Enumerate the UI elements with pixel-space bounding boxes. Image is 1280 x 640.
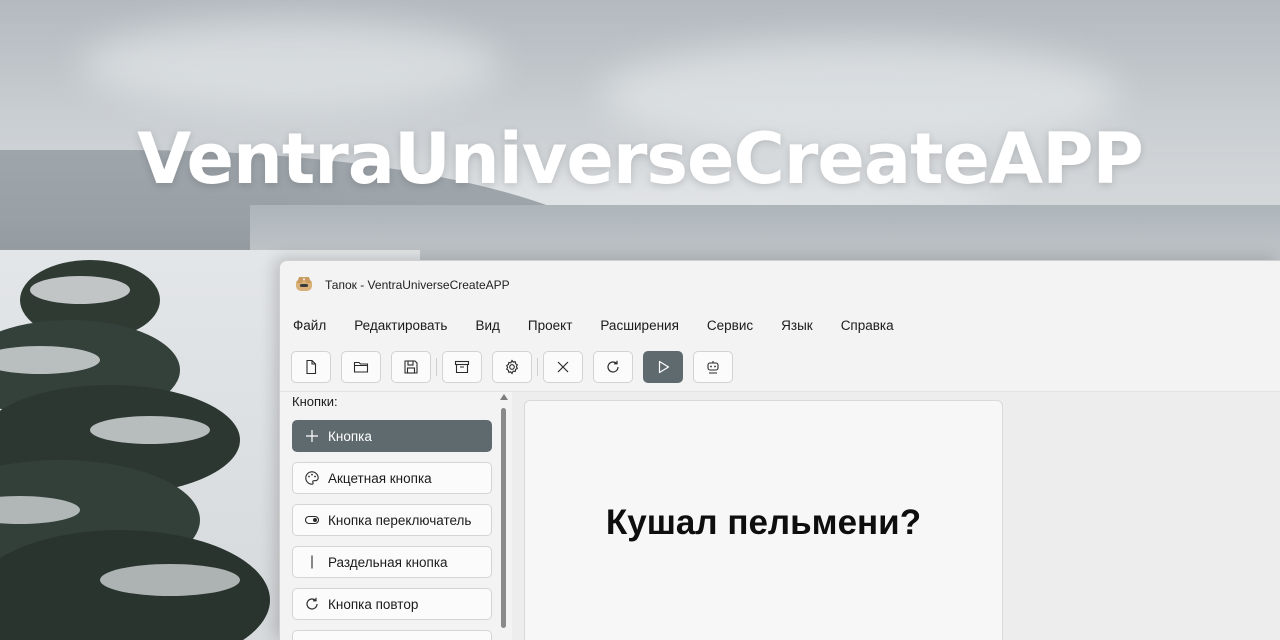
design-canvas: Кушал пельмени?: [512, 392, 1280, 640]
title-bar: Тапок - VentraUniverseCreateAPP: [280, 261, 1280, 309]
new-file-button[interactable]: [291, 351, 331, 383]
archive-icon: [454, 360, 470, 374]
sidebar-item-toggle-button[interactable]: Кнопка переключатель: [292, 504, 492, 536]
refresh-icon: [607, 360, 619, 373]
close-icon: [557, 361, 569, 373]
menu-bar: Файл Редактировать Вид Проект Расширения…: [280, 313, 922, 337]
scroll-up-arrow-icon[interactable]: [500, 394, 508, 400]
preview-card[interactable]: Кушал пельмени?: [524, 400, 1003, 640]
sidebar-item-accent-button[interactable]: Акцетная кнопка: [292, 462, 492, 494]
play-icon: [658, 360, 670, 374]
archive-button[interactable]: [442, 351, 482, 383]
toolbar-separator: [537, 358, 538, 376]
robot-button[interactable]: [693, 351, 733, 383]
open-folder-icon: [353, 361, 369, 373]
menu-service[interactable]: Сервис: [707, 318, 753, 333]
robot-icon: [707, 361, 719, 374]
repeat-icon: [304, 596, 320, 612]
menu-file[interactable]: Файл: [293, 318, 326, 333]
toolbar: [291, 350, 743, 384]
scrollbar-thumb[interactable]: [501, 408, 506, 628]
toggle-icon: [304, 512, 320, 528]
app-logo-icon: [295, 277, 313, 293]
palette-icon: [304, 470, 320, 486]
sidebar-item-label: Кнопка переключатель: [328, 512, 472, 528]
split-icon: [304, 554, 320, 570]
refresh-button[interactable]: [593, 351, 633, 383]
toolbar-separator: [436, 358, 437, 376]
close-button[interactable]: [543, 351, 583, 383]
canvas-text: Кушал пельмени?: [605, 503, 922, 542]
banner-title: VentraUniverseCreateAPP: [137, 118, 1144, 200]
sidebar-item-button[interactable]: Кнопка: [292, 420, 492, 452]
menu-extensions[interactable]: Расширения: [600, 318, 679, 333]
menu-edit[interactable]: Редактировать: [354, 318, 447, 333]
menu-view[interactable]: Вид: [475, 318, 499, 333]
menu-project[interactable]: Проект: [528, 318, 572, 333]
settings-button[interactable]: [492, 351, 532, 383]
plus-icon: [304, 428, 320, 444]
components-sidebar: Кнопки: Кнопка Акцетная кнопка Кнопка пе…: [280, 392, 512, 640]
sidebar-item-label: Кнопка: [328, 428, 372, 444]
app-window: Тапок - VentraUniverseCreateAPP Файл Ред…: [279, 260, 1280, 640]
run-button[interactable]: [643, 351, 683, 383]
save-icon: [404, 360, 418, 374]
window-title: Тапок - VentraUniverseCreateAPP: [325, 278, 510, 292]
sidebar-item-label: Кнопка повтор: [328, 596, 419, 612]
menu-language[interactable]: Язык: [781, 318, 813, 333]
sidebar-heading: Кнопки:: [292, 394, 338, 409]
menu-help[interactable]: Справка: [841, 318, 894, 333]
sidebar-item-repeat-button[interactable]: Кнопка повтор: [292, 588, 492, 620]
sidebar-scrollbar[interactable]: [498, 392, 510, 640]
new-file-icon: [306, 359, 317, 375]
sidebar-item-label: Раздельная кнопка: [328, 554, 448, 570]
pine-tree-graphic: [0, 260, 270, 640]
sidebar-item-partial[interactable]: [292, 630, 492, 640]
open-folder-button[interactable]: [341, 351, 381, 383]
sidebar-item-split-button[interactable]: Раздельная кнопка: [292, 546, 492, 578]
save-button[interactable]: [391, 351, 431, 383]
settings-icon: [505, 359, 519, 375]
sidebar-item-label: Акцетная кнопка: [328, 470, 432, 486]
